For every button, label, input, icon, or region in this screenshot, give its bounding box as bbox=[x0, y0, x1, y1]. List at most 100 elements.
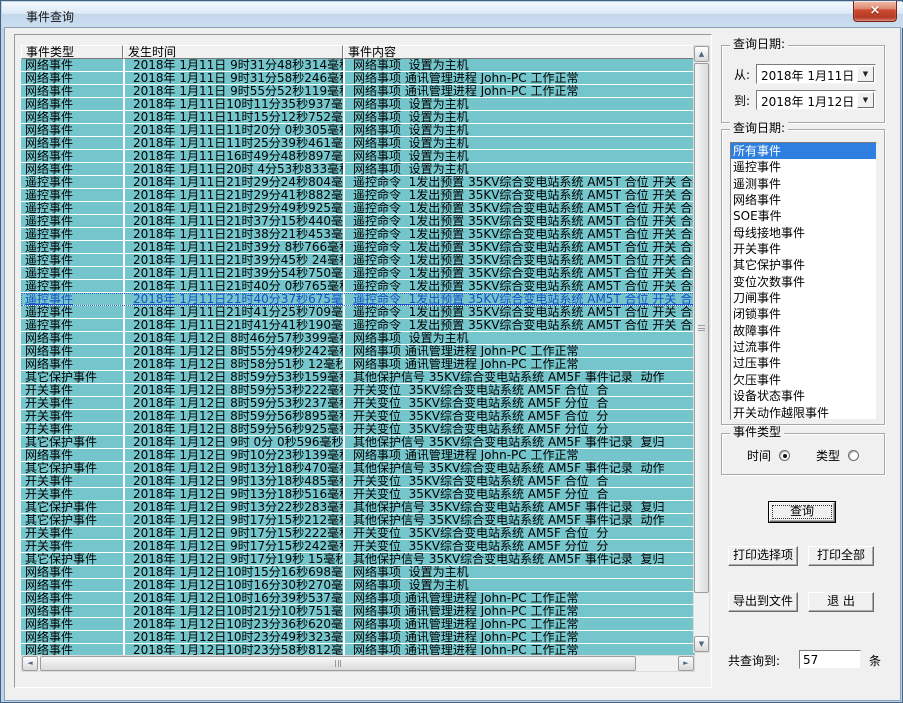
table-row[interactable]: 其它保护事件2018年 1月12日 8时59分53秒159毫秒其他保护信号 35… bbox=[21, 371, 695, 384]
list-item[interactable]: 刀闸事件 bbox=[731, 290, 876, 306]
table-row[interactable]: 开关事件2018年 1月12日 9时13分18秒516毫秒开关变位 35KV综合… bbox=[21, 488, 695, 501]
radio-time-circle-icon[interactable] bbox=[779, 450, 790, 461]
table-cell: 2018年 1月11日21时39分54秒750毫秒 bbox=[123, 267, 343, 279]
list-item[interactable]: 设备状态事件 bbox=[731, 388, 876, 404]
table-row[interactable]: 开关事件2018年 1月12日 9时17分15秒222毫秒开关变位 35KV综合… bbox=[21, 527, 695, 540]
vertical-scrollbar[interactable]: ▲ ▼ bbox=[693, 45, 710, 653]
table-row[interactable]: 遥控事件2018年 1月11日21时40分 0秒765毫秒遥控命令 1发出预置 … bbox=[21, 280, 695, 293]
horizontal-scrollbar[interactable]: ◄ ► bbox=[21, 655, 695, 672]
radio-time[interactable]: 时间 bbox=[747, 447, 790, 464]
query-button[interactable]: 查询 bbox=[769, 502, 835, 522]
event-type-listbox[interactable]: 所有事件遥控事件遥测事件网络事件SOE事件母线接地事件开关事件其它保护事件变位次… bbox=[730, 142, 877, 420]
table-row[interactable]: 其它保护事件2018年 1月12日 9时13分18秒470毫秒其他保护信号 35… bbox=[21, 462, 695, 475]
table-row[interactable]: 遥控事件2018年 1月11日21时37分15秒440毫秒遥控命令 1发出预置 … bbox=[21, 215, 695, 228]
scroll-left-button[interactable]: ◄ bbox=[22, 656, 38, 671]
table-row[interactable]: 网络事件2018年 1月11日11时20分 0秒305毫秒网络事项 设置为主机 bbox=[21, 124, 695, 137]
list-item[interactable]: 遥控事件 bbox=[731, 159, 876, 175]
table-row[interactable]: 网络事件2018年 1月11日11时25分39秒461毫秒网络事项 设置为主机 bbox=[21, 137, 695, 150]
table-row[interactable]: 其它保护事件2018年 1月12日 9时17分19秒 15毫秒其他保护信号 35… bbox=[21, 553, 695, 566]
from-date-dropdown[interactable]: 2018年 1月11日 ▼ bbox=[756, 64, 876, 84]
radio-type[interactable]: 类型 bbox=[816, 447, 859, 464]
table-row[interactable]: 网络事件2018年 1月12日 8时58分51秒 12毫秒网络事项 通讯管理进程… bbox=[21, 358, 695, 371]
export-to-file-button[interactable]: 导出到文件 bbox=[728, 592, 798, 612]
table-row[interactable]: 网络事件2018年 1月12日 8时46分57秒399毫秒网络事项 设置为主机 bbox=[21, 332, 695, 345]
table-cell: 网络事件 bbox=[21, 605, 123, 617]
table-row[interactable]: 网络事件2018年 1月11日 9时55分52秒119毫秒网络事项 通讯管理进程… bbox=[21, 85, 695, 98]
list-item[interactable]: 欠压事件 bbox=[731, 372, 876, 388]
table-row[interactable]: 网络事件2018年 1月12日10时23分58秒812毫秒网络事项 通讯管理进程… bbox=[21, 644, 695, 655]
table-row[interactable]: 遥控事件2018年 1月11日21时39分54秒750毫秒遥控命令 1发出预置 … bbox=[21, 267, 695, 280]
table-row[interactable]: 开关事件2018年 1月12日 8时59分53秒222毫秒开关变位 35KV综合… bbox=[21, 384, 695, 397]
list-item[interactable]: 故障事件 bbox=[731, 323, 876, 339]
table-row[interactable]: 开关事件2018年 1月12日 9时13分18秒485毫秒开关变位 35KV综合… bbox=[21, 475, 695, 488]
table-row[interactable]: 网络事件2018年 1月12日10时21分10秒751毫秒网络事项 通讯管理进程… bbox=[21, 605, 695, 618]
table-row[interactable]: 网络事件2018年 1月11日20时 4分53秒833毫秒网络事项 设置为主机 bbox=[21, 163, 695, 176]
table-row[interactable]: 其它保护事件2018年 1月12日 9时17分15秒212毫秒其他保护信号 35… bbox=[21, 514, 695, 527]
header-event-content[interactable]: 事件内容 bbox=[343, 45, 695, 59]
table-row[interactable]: 开关事件2018年 1月12日 8时59分56秒925毫秒开关变位 35KV综合… bbox=[21, 423, 695, 436]
list-item[interactable]: 遥测事件 bbox=[731, 176, 876, 192]
header-occur-time[interactable]: 发生时间 bbox=[123, 45, 343, 59]
table-row[interactable]: 遥控事件2018年 1月11日21时41分41秒190毫秒遥控命令 1发出预置 … bbox=[21, 319, 695, 332]
scroll-right-button[interactable]: ► bbox=[678, 656, 694, 671]
list-item[interactable]: 网络事件 bbox=[731, 192, 876, 208]
to-date-dropdown-arrow-icon[interactable]: ▼ bbox=[857, 92, 874, 108]
table-row[interactable]: 网络事件2018年 1月12日 8时55分49秒242毫秒网络事项 通讯管理进程… bbox=[21, 345, 695, 358]
table-cell: 2018年 1月11日11时25分39秒461毫秒 bbox=[123, 137, 343, 149]
list-item[interactable]: SOE事件 bbox=[731, 208, 876, 224]
scroll-down-button[interactable]: ▼ bbox=[694, 636, 709, 652]
table-row[interactable]: 其它保护事件2018年 1月12日 9时13分22秒283毫秒其他保护信号 35… bbox=[21, 501, 695, 514]
horizontal-scrollbar-thumb[interactable] bbox=[40, 656, 636, 671]
list-item[interactable]: 闭锁事件 bbox=[731, 306, 876, 322]
from-date-dropdown-arrow-icon[interactable]: ▼ bbox=[857, 66, 874, 82]
table-row[interactable]: 网络事件2018年 1月11日16时49分48秒897毫秒网络事项 设置为主机 bbox=[21, 150, 695, 163]
exit-button[interactable]: 退 出 bbox=[808, 592, 874, 612]
list-item[interactable]: 母线接地事件 bbox=[731, 225, 876, 241]
print-all-button[interactable]: 打印全部 bbox=[808, 546, 874, 566]
list-item[interactable]: 变位次数事件 bbox=[731, 274, 876, 290]
table-row[interactable]: 网络事件2018年 1月12日 9时10分23秒139毫秒网络事项 通讯管理进程… bbox=[21, 449, 695, 462]
table-row[interactable]: 网络事件2018年 1月12日10时23分36秒620毫秒网络事项 通讯管理进程… bbox=[21, 618, 695, 631]
scroll-up-button[interactable]: ▲ bbox=[694, 46, 709, 62]
table-row[interactable]: 网络事件2018年 1月12日10时16分30秒270毫秒网络事项 设置为主机 bbox=[21, 579, 695, 592]
table-row[interactable]: 遥控事件2018年 1月11日21时39分45秒 24毫秒遥控命令 1发出预置 … bbox=[21, 254, 695, 267]
title-bar[interactable]: 事件查询 bbox=[2, 2, 903, 28]
list-item[interactable]: 过压事件 bbox=[731, 355, 876, 371]
list-item[interactable]: 开关动作越限事件 bbox=[731, 405, 876, 421]
table-row[interactable]: 遥控事件2018年 1月11日21时29分24秒804毫秒遥控命令 1发出预置 … bbox=[21, 176, 695, 189]
table-cell: 遥控事件 bbox=[21, 254, 123, 266]
result-count-label: 共查询到: bbox=[728, 654, 780, 668]
close-button[interactable]: × bbox=[853, 1, 897, 22]
table-row[interactable]: 开关事件2018年 1月12日 9时17分15秒242毫秒开关变位 35KV综合… bbox=[21, 540, 695, 553]
header-event-type[interactable]: 事件类型 bbox=[21, 45, 123, 59]
result-count-field[interactable] bbox=[799, 650, 861, 669]
list-item[interactable]: 过流事件 bbox=[731, 339, 876, 355]
print-selected-button[interactable]: 打印选择项 bbox=[728, 546, 798, 566]
radio-type-circle-icon[interactable] bbox=[848, 450, 859, 461]
table-row[interactable]: 网络事件2018年 1月11日10时11分35秒937毫秒网络事项 设置为主机 bbox=[21, 98, 695, 111]
table-row[interactable]: 网络事件2018年 1月12日10时23分49秒323毫秒网络事项 通讯管理进程… bbox=[21, 631, 695, 644]
to-date-dropdown[interactable]: 2018年 1月12日 ▼ bbox=[756, 90, 876, 110]
table-cell: 2018年 1月12日 9时13分22秒283毫秒 bbox=[123, 501, 343, 513]
table-row[interactable]: 开关事件2018年 1月12日 8时59分56秒895毫秒开关变位 35KV综合… bbox=[21, 410, 695, 423]
table-cell: 其他保护信号 35KV综合变电站系统 AM5F 事件记录 复归 bbox=[343, 501, 695, 513]
table-row[interactable]: 遥控事件2018年 1月11日21时38分21秒453毫秒遥控命令 1发出预置 … bbox=[21, 228, 695, 241]
list-item[interactable]: 开关事件 bbox=[731, 241, 876, 257]
table-row[interactable]: 网络事件2018年 1月11日 9时31分58秒246毫秒网络事项 通讯管理进程… bbox=[21, 72, 695, 85]
table-row[interactable]: 遥控事件2018年 1月11日21时40分37秒675毫秒遥控命令 1发出预置 … bbox=[21, 293, 695, 306]
table-row[interactable]: 其它保护事件2018年 1月12日 9时 0分 0秒596毫秒其他保护信号 35… bbox=[21, 436, 695, 449]
table-row[interactable]: 网络事件2018年 1月12日10时15分16秒698毫秒网络事项 设置为主机 bbox=[21, 566, 695, 579]
list-item[interactable]: 所有事件 bbox=[731, 143, 876, 159]
vertical-scrollbar-thumb[interactable] bbox=[694, 63, 709, 593]
table-row[interactable]: 遥控事件2018年 1月11日21时39分 8秒766毫秒遥控命令 1发出预置 … bbox=[21, 241, 695, 254]
table-row[interactable]: 网络事件2018年 1月11日 9时31分48秒314毫秒网络事项 设置为主机 bbox=[21, 59, 695, 72]
table-row[interactable]: 遥控事件2018年 1月11日21时41分25秒709毫秒遥控命令 1发出预置 … bbox=[21, 306, 695, 319]
table-cell: 2018年 1月12日 9时13分18秒485毫秒 bbox=[123, 475, 343, 487]
table-row[interactable]: 遥控事件2018年 1月11日21时29分49秒925毫秒遥控命令 1发出预置 … bbox=[21, 202, 695, 215]
table-cell: 开关事件 bbox=[21, 488, 123, 500]
table-row[interactable]: 网络事件2018年 1月12日10时16分39秒537毫秒网络事项 通讯管理进程… bbox=[21, 592, 695, 605]
table-row[interactable]: 开关事件2018年 1月12日 8时59分53秒237毫秒开关变位 35KV综合… bbox=[21, 397, 695, 410]
table-row[interactable]: 遥控事件2018年 1月11日21时29分41秒882毫秒遥控命令 1发出预置 … bbox=[21, 189, 695, 202]
table-row[interactable]: 网络事件2018年 1月11日11时15分12秒752毫秒网络事项 设置为主机 bbox=[21, 111, 695, 124]
list-item[interactable]: 其它保护事件 bbox=[731, 257, 876, 273]
